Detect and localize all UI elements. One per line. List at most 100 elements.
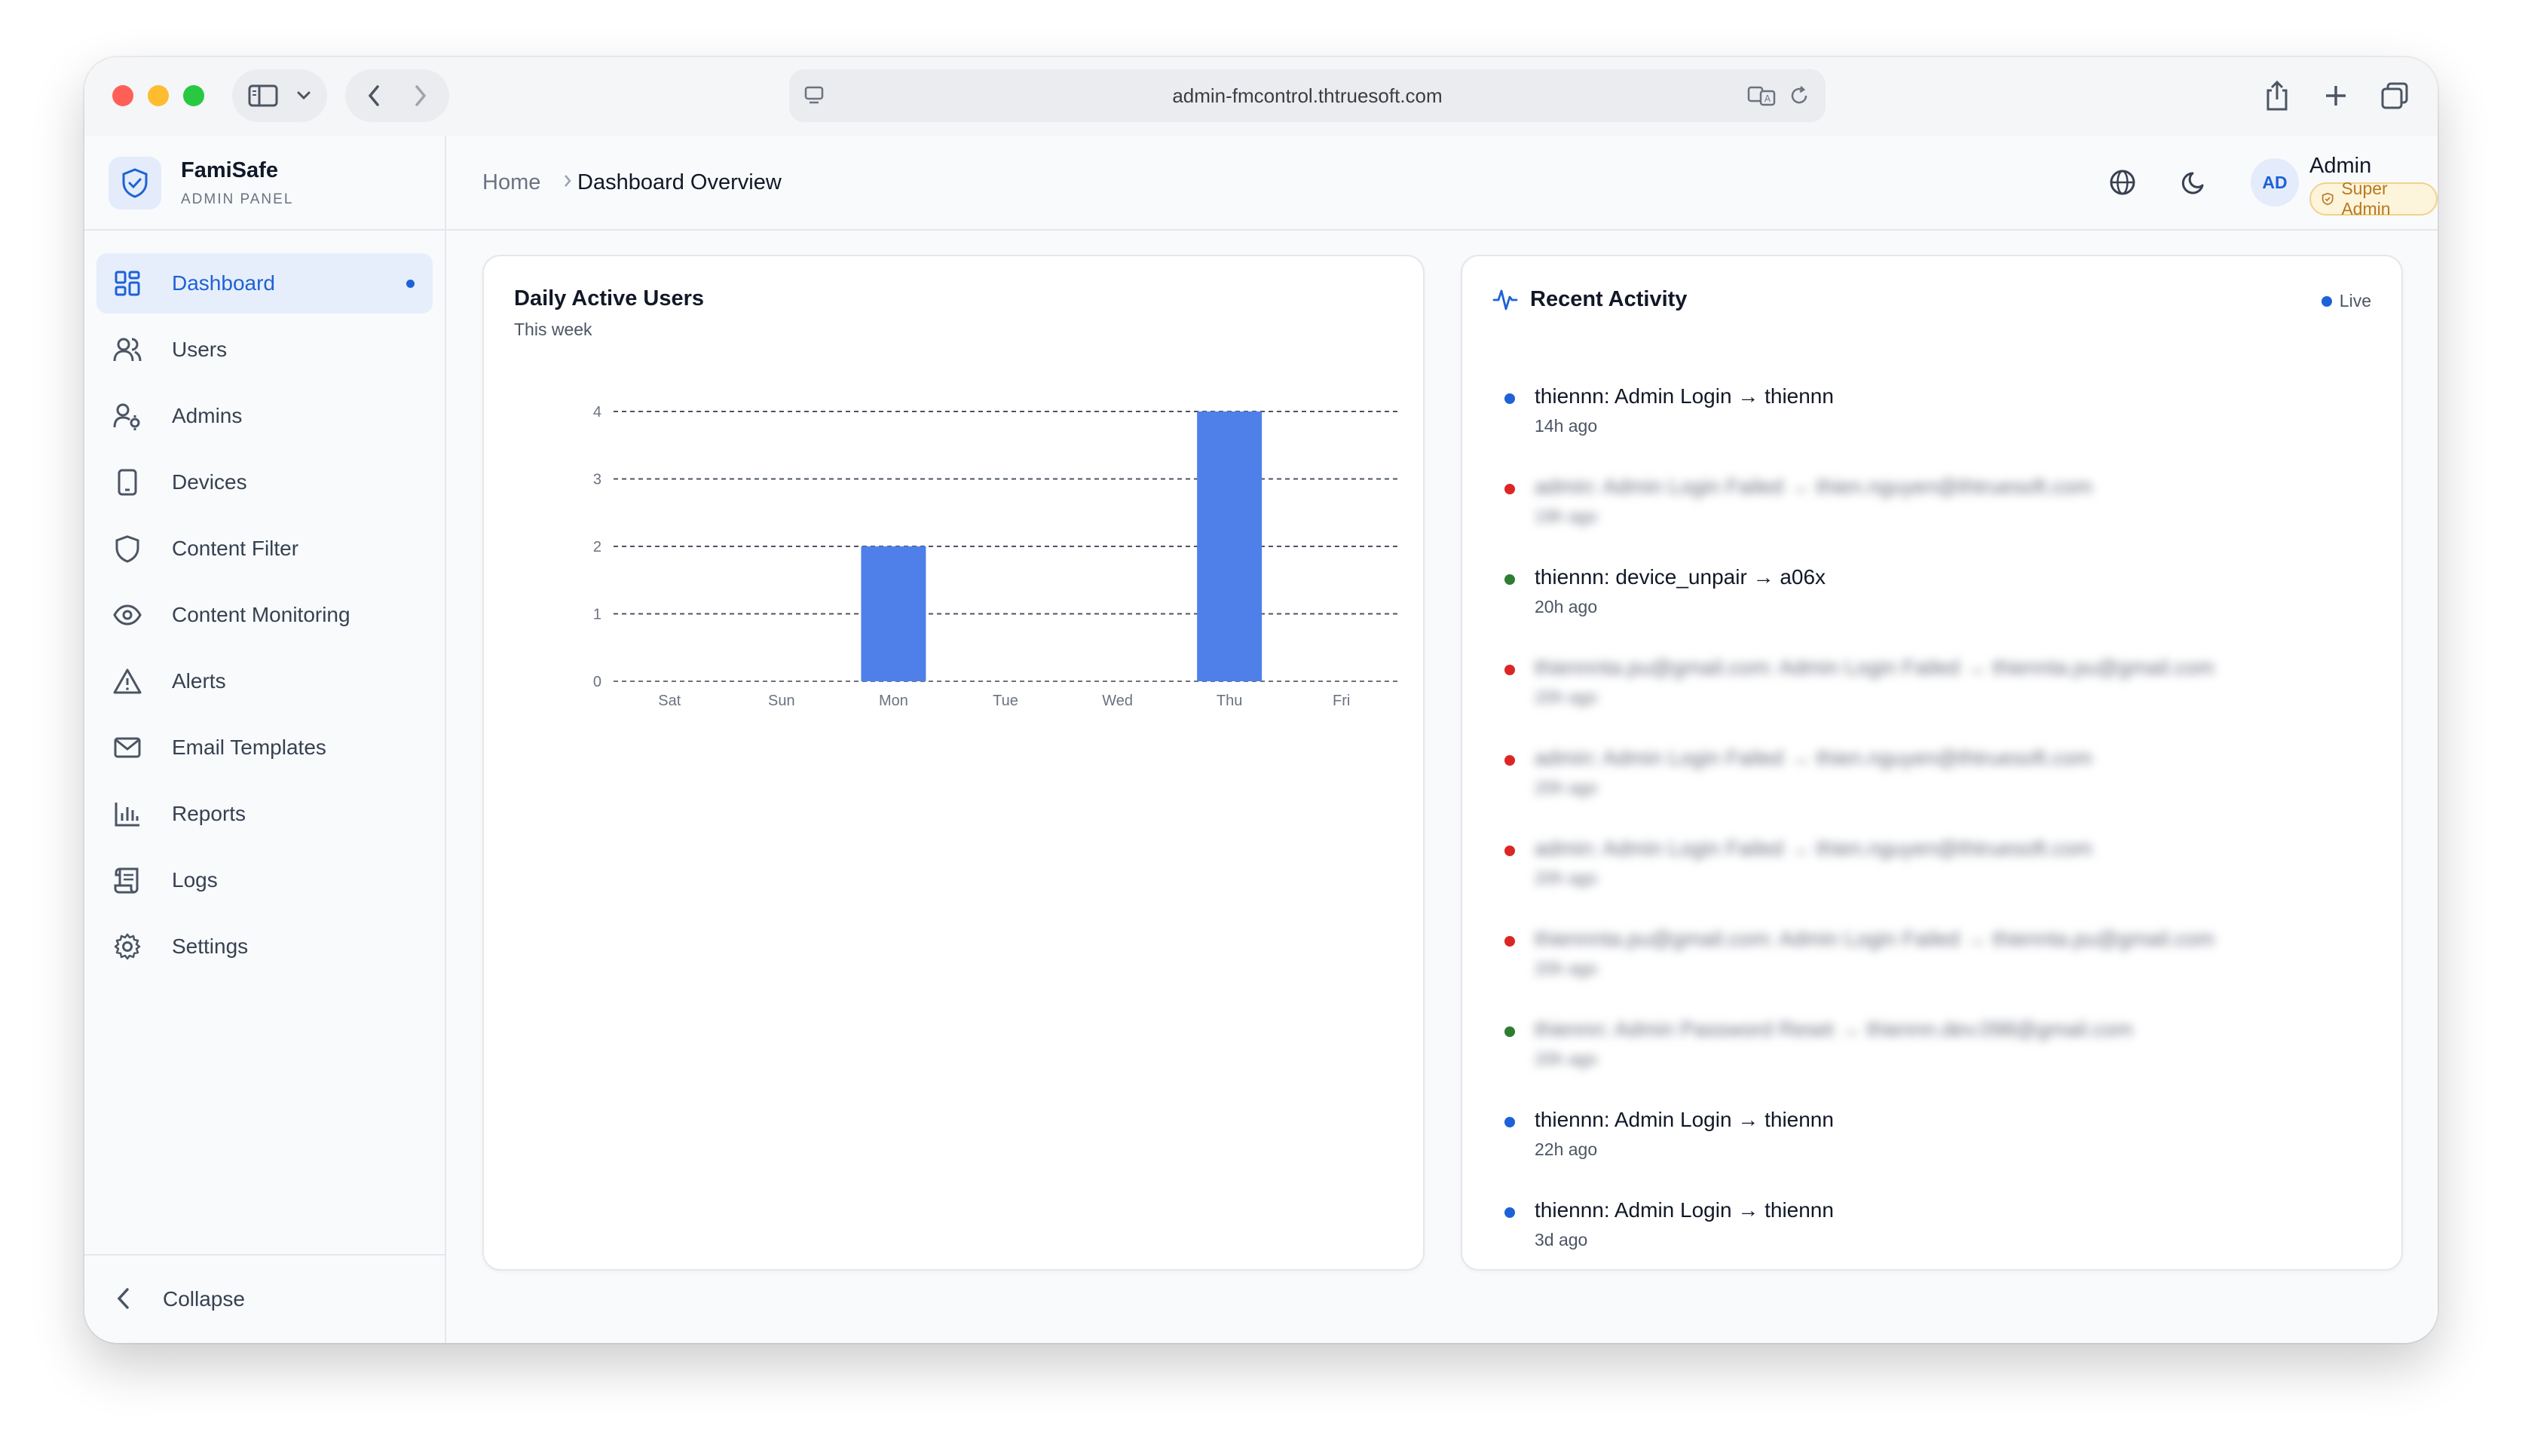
- moon-icon[interactable]: [2180, 167, 2210, 197]
- list-item[interactable]: admin: Admin Login Failed → thien.nguyen…: [1504, 475, 2364, 565]
- bar-mon[interactable]: [861, 546, 926, 681]
- scroll-icon: [114, 867, 139, 894]
- breadcrumb-home[interactable]: Home: [482, 136, 540, 229]
- admin-name: Admin: [2309, 154, 2372, 178]
- address-bar[interactable]: admin-fmcontrol.thtruesoft.com A: [789, 69, 1826, 122]
- x-tick-label: Tue: [993, 693, 1018, 709]
- recent-activity-card: Recent Activity Live thiennn: Admin Logi…: [1461, 255, 2403, 1271]
- sidebar-item-label: Dashboard: [172, 271, 275, 295]
- sidebar-item-devices[interactable]: Devices: [96, 452, 433, 512]
- shield-check-icon: [2322, 192, 2334, 206]
- activity-time: 20h ago: [1535, 597, 1598, 616]
- mail-icon: [114, 737, 141, 758]
- back-arrow-icon[interactable]: [367, 84, 381, 107]
- status-dot: [1504, 393, 1515, 404]
- status-dot: [1504, 755, 1515, 766]
- sidebar-item-content-filter[interactable]: Content Filter: [96, 518, 433, 579]
- activity-text: admin: Admin Login Failed → thien.nguyen…: [1535, 475, 2092, 498]
- bar-thu[interactable]: [1197, 411, 1263, 681]
- translate-icon[interactable]: A: [1747, 84, 1777, 107]
- list-item[interactable]: thiennn: Admin Login → thiennn 14h ago: [1504, 384, 2364, 475]
- sidebar-item-label: Settings: [172, 934, 249, 958]
- sidebar-item-logs[interactable]: Logs: [96, 850, 433, 910]
- sidebar-item-content-monitoring[interactable]: Content Monitoring: [96, 585, 433, 645]
- activity-text: thiennn: device_unpair → a06x: [1535, 565, 1826, 589]
- activity-time: 20h ago: [1535, 687, 1598, 707]
- zoom-window-button[interactable]: [183, 85, 204, 106]
- sidebar-item-label: Admins: [172, 404, 243, 427]
- activity-list: thiennn: Admin Login → thiennn 14h ago adm…: [1504, 384, 2364, 1289]
- status-dot: [1504, 1207, 1515, 1218]
- sidebar-item-email-templates[interactable]: Email Templates: [96, 717, 433, 778]
- activity-time: 14h ago: [1535, 416, 1598, 436]
- tab-overview-button[interactable]: [2374, 75, 2415, 116]
- x-tick-label: Sun: [768, 693, 795, 709]
- device-icon: [118, 469, 137, 496]
- sidebar-item-alerts[interactable]: Alerts: [96, 651, 433, 711]
- globe-icon[interactable]: [2107, 167, 2138, 197]
- status-dot: [1504, 846, 1515, 856]
- daily-active-users-card: Daily Active Users This week 0 1 2 3 4 Sat Sun…: [482, 255, 1425, 1271]
- sidebar-item-label: Logs: [172, 868, 218, 892]
- eye-icon: [113, 604, 142, 626]
- admins-icon: [113, 403, 140, 430]
- breadcrumb-current: Dashboard Overview: [577, 170, 782, 194]
- activity-time: 20h ago: [1535, 778, 1598, 797]
- sidebar-item-label: Email Templates: [172, 736, 326, 759]
- brand: FamiSafe ADMIN PANEL: [84, 136, 445, 231]
- card-title: Recent Activity: [1530, 286, 1688, 311]
- share-button[interactable]: [2257, 75, 2297, 116]
- list-item[interactable]: thiennn: Admin Login → thiennn 22h ago: [1504, 1108, 2364, 1198]
- browser-toolbar: admin-fmcontrol.thtruesoft.com A: [84, 57, 2438, 136]
- tabs-icon: [2381, 82, 2408, 109]
- x-tick-label: Wed: [1102, 693, 1133, 709]
- activity-time: 20h ago: [1535, 959, 1598, 978]
- role-label: Super Admin: [2341, 179, 2391, 219]
- x-tick-label: Thu: [1217, 693, 1242, 709]
- gear-icon: [114, 933, 141, 960]
- sidebar-item-admins[interactable]: Admins: [96, 386, 433, 446]
- minimize-window-button[interactable]: [148, 85, 169, 106]
- sidebar-item-settings[interactable]: Settings: [96, 916, 433, 977]
- close-window-button[interactable]: [112, 85, 133, 106]
- brand-logo[interactable]: [109, 157, 161, 210]
- activity-text: thiennn: Admin Password Reset → thiennn.…: [1535, 1017, 2133, 1041]
- activity-text: thiennn: Admin Login → thiennn: [1535, 1108, 1834, 1131]
- collapse-sidebar-button[interactable]: Collapse: [84, 1254, 445, 1343]
- x-tick-label: Fri: [1333, 693, 1350, 709]
- sidebar-item-label: Content Monitoring: [172, 603, 350, 626]
- y-tick-label: 4: [593, 404, 601, 421]
- activity-time: 19h ago: [1535, 506, 1598, 526]
- list-item[interactable]: thiennn: Admin Password Reset → thiennn.…: [1504, 1017, 2364, 1108]
- role-badge: Super Admin: [2309, 179, 2438, 219]
- list-item[interactable]: thiennn: Admin Login → thiennn 3d ago: [1504, 1198, 2364, 1289]
- activity-time: 3d ago: [1535, 1230, 1588, 1250]
- list-item[interactable]: thiennn: device_unpair → a06x 20h ago: [1504, 565, 2364, 656]
- url-text: admin-fmcontrol.thtruesoft.com: [1172, 84, 1443, 107]
- bar-chart-icon: [115, 803, 139, 827]
- list-item[interactable]: admin: Admin Login Failed → thien.nguyen…: [1504, 837, 2364, 927]
- sidebar-item-users[interactable]: Users: [96, 320, 433, 380]
- sidebar-item-dashboard[interactable]: Dashboard: [96, 253, 433, 314]
- status-dot: [1504, 574, 1515, 585]
- activity-icon: [1492, 289, 1518, 310]
- activity-text: thiennnta.pu@gmail.com: Admin Login Fail…: [1535, 927, 2214, 950]
- sidebar-item-reports[interactable]: Reports: [96, 784, 433, 844]
- collapse-label: Collapse: [163, 1287, 245, 1311]
- new-tab-button[interactable]: [2315, 75, 2356, 116]
- list-item[interactable]: thiennnta.pu@gmail.com: Admin Login Fail…: [1504, 656, 2364, 746]
- avatar[interactable]: AD: [2251, 158, 2299, 206]
- x-tick-label: Sat: [658, 693, 681, 709]
- list-item[interactable]: thiennnta.pu@gmail.com: Admin Login Fail…: [1504, 927, 2364, 1017]
- chevron-down-icon: [297, 91, 311, 100]
- history-navigation: [345, 69, 449, 122]
- sidebar-toggle-button[interactable]: [232, 69, 327, 122]
- activity-text: thiennn: Admin Login → thiennn: [1535, 1198, 1834, 1222]
- list-item[interactable]: admin: Admin Login Failed → thien.nguyen…: [1504, 746, 2364, 837]
- forward-arrow-icon[interactable]: [414, 84, 427, 107]
- brand-title: FamiSafe: [181, 158, 278, 182]
- y-tick-label: 0: [593, 674, 601, 690]
- status-dot: [1504, 484, 1515, 494]
- reload-icon[interactable]: [1788, 84, 1810, 107]
- active-indicator: [406, 280, 415, 288]
